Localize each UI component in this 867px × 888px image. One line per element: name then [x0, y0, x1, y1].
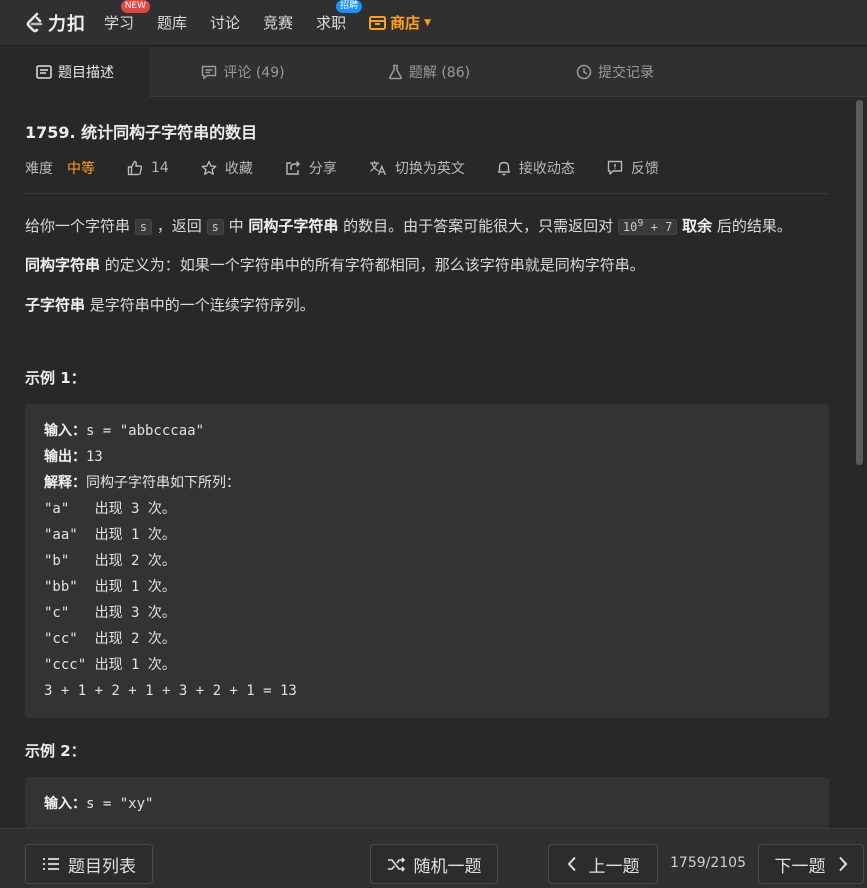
new-badge: NEW — [120, 0, 151, 13]
problem-list-label: 题目列表 — [68, 856, 136, 877]
difficulty-badge: 中等 — [67, 161, 95, 177]
example-line: "b" 出现 2 次。 — [44, 553, 176, 569]
share-label: 分享 — [308, 161, 337, 177]
description-icon — [36, 65, 52, 79]
problem-content[interactable]: 1759. 统计同构子字符串的数目 难度 中等 14 收藏 分享 切换为英文 接… — [0, 97, 852, 828]
feedback-icon — [607, 160, 623, 176]
feedback-label: 反馈 — [630, 161, 659, 177]
example-line: "bb" 出现 1 次。 — [44, 579, 176, 595]
bold-term: 取余 — [682, 217, 713, 235]
tab-submissions[interactable]: 提交记录 — [522, 47, 708, 97]
problem-counter: 1759/2105 — [670, 855, 746, 871]
translate-icon — [369, 160, 387, 176]
description-paragraph-2: 同构字符串 的定义为：如果一个字符串中的所有字符都相同，那么该字符串就是同构字符… — [25, 256, 645, 274]
example-2-title: 示例 2： — [25, 742, 86, 760]
share-icon — [285, 160, 301, 176]
tab-solutions-label: 题解 (86) — [408, 65, 471, 81]
bold-term: 同构子字符串 — [248, 217, 339, 235]
tab-comments[interactable]: 评论 (49) — [150, 47, 336, 97]
logo-text: 力扣 — [48, 13, 86, 35]
shop-icon — [369, 16, 387, 30]
shuffle-icon — [387, 856, 406, 872]
nav-contest-label: 竞赛 — [263, 14, 294, 32]
nav-jobs[interactable]: 求职 招聘 — [316, 0, 363, 46]
example-input-line: 输入：s = "xy" — [44, 796, 154, 812]
notify-button[interactable]: 接收动态 — [497, 158, 575, 178]
bell-icon — [497, 160, 511, 176]
star-icon — [201, 160, 217, 176]
inline-code: s — [206, 219, 224, 235]
chevron-right-icon — [838, 856, 848, 872]
nav-problems-label: 题库 — [157, 14, 188, 32]
example-input-line: 输入：s = "abbcccaa" — [44, 423, 205, 439]
nav-discuss-label: 讨论 — [210, 14, 241, 32]
divider — [25, 193, 828, 194]
example-line: "c" 出现 3 次。 — [44, 605, 176, 621]
nav-shop-label: 商店 — [390, 14, 421, 32]
tab-description[interactable]: 题目描述 — [0, 47, 150, 97]
share-button[interactable]: 分享 — [285, 158, 337, 178]
inline-code: s — [134, 219, 153, 235]
example-output-line: 输出：13 — [44, 449, 103, 465]
question-tabs: 题目描述 评论 (49) 题解 (86) 提交记录 — [0, 47, 867, 97]
like-count: 14 — [151, 160, 169, 176]
clock-icon — [576, 64, 592, 80]
bold-term: 同构字符串 — [25, 256, 101, 274]
example-line: "ccc" 出现 1 次。 — [44, 657, 176, 673]
scrollbar[interactable] — [856, 100, 863, 465]
random-problem-button[interactable]: 随机一题 — [370, 844, 498, 884]
problem-list-button[interactable]: 题目列表 — [25, 844, 153, 884]
tab-submissions-label: 提交记录 — [598, 65, 654, 81]
favorite-label: 收藏 — [224, 161, 253, 177]
thumbs-up-icon — [127, 160, 143, 176]
chevron-left-icon — [567, 856, 577, 872]
example-line: "aa" 出现 1 次。 — [44, 527, 176, 543]
list-icon — [42, 857, 60, 871]
tab-description-label: 题目描述 — [58, 65, 114, 81]
description-paragraph-1: 给你一个字符串 s ，返回 s 中 同构子字符串 的数目。由于答案可能很大，只需… — [25, 217, 792, 235]
difficulty-label: 难度 — [25, 161, 53, 177]
problem-title: 1759. 统计同构子字符串的数目 — [25, 123, 258, 142]
example-1-block: 输入：s = "abbcccaa" 输出：13 解释：同构子字符串如下所列： "… — [25, 404, 829, 718]
prev-problem-button[interactable]: 上一题 — [548, 844, 658, 884]
notify-label: 接收动态 — [518, 161, 575, 177]
favorite-button[interactable]: 收藏 — [201, 158, 253, 178]
example-line: "cc" 出现 2 次。 — [44, 631, 176, 647]
leetcode-logo-icon — [26, 12, 43, 32]
example-line: "a" 出现 3 次。 — [44, 501, 176, 517]
logo[interactable]: 力扣 — [24, 10, 86, 36]
example-2-block: 输入：s = "xy" — [25, 777, 829, 828]
bold-term: 子字符串 — [25, 296, 86, 314]
next-problem-label: 下一题 — [774, 856, 826, 877]
next-problem-button[interactable]: 下一题 — [758, 844, 864, 884]
tab-solutions[interactable]: 题解 (86) — [336, 47, 522, 97]
example-explain-line: 解释：同构子字符串如下所列： — [44, 475, 240, 491]
flask-icon — [388, 64, 403, 80]
footer-bar: 题目列表 随机一题 上一题 1759/2105 下一题 — [0, 828, 867, 888]
top-nav: 力扣 学习 NEW 题库 讨论 竞赛 求职 招聘 商店 ▼ — [0, 0, 867, 46]
hiring-badge: 招聘 — [336, 0, 363, 13]
comment-icon — [201, 65, 217, 80]
switch-language-label: 切换为英文 — [394, 161, 465, 177]
chevron-down-icon: ▼ — [424, 17, 432, 28]
tab-comments-label: 评论 (49) — [223, 65, 285, 81]
problem-meta-bar: 难度 中等 14 收藏 分享 切换为英文 接收动态 反馈 — [25, 158, 827, 178]
nav-learn-label: 学习 — [104, 14, 135, 32]
description-paragraph-3: 子字符串 是字符串中的一个连续字符序列。 — [25, 296, 315, 314]
nav-jobs-label: 求职 — [316, 14, 347, 32]
feedback-button[interactable]: 反馈 — [607, 158, 659, 178]
switch-language-button[interactable]: 切换为英文 — [369, 158, 465, 178]
prev-problem-label: 上一题 — [588, 856, 640, 877]
nav-problems[interactable]: 题库 — [157, 0, 187, 46]
random-problem-label: 随机一题 — [413, 856, 482, 877]
nav-shop[interactable]: 商店 ▼ — [369, 0, 431, 46]
example-1-title: 示例 1： — [25, 369, 86, 387]
nav-contest[interactable]: 竞赛 — [263, 0, 293, 46]
nav-discuss[interactable]: 讨论 — [210, 0, 240, 46]
nav-learn[interactable]: 学习 NEW — [104, 0, 151, 46]
inline-code-modulo: 109 + 7 — [617, 218, 678, 235]
example-line: 3 + 1 + 2 + 1 + 3 + 2 + 1 = 13 — [44, 683, 297, 699]
like-button[interactable]: 14 — [127, 160, 169, 176]
